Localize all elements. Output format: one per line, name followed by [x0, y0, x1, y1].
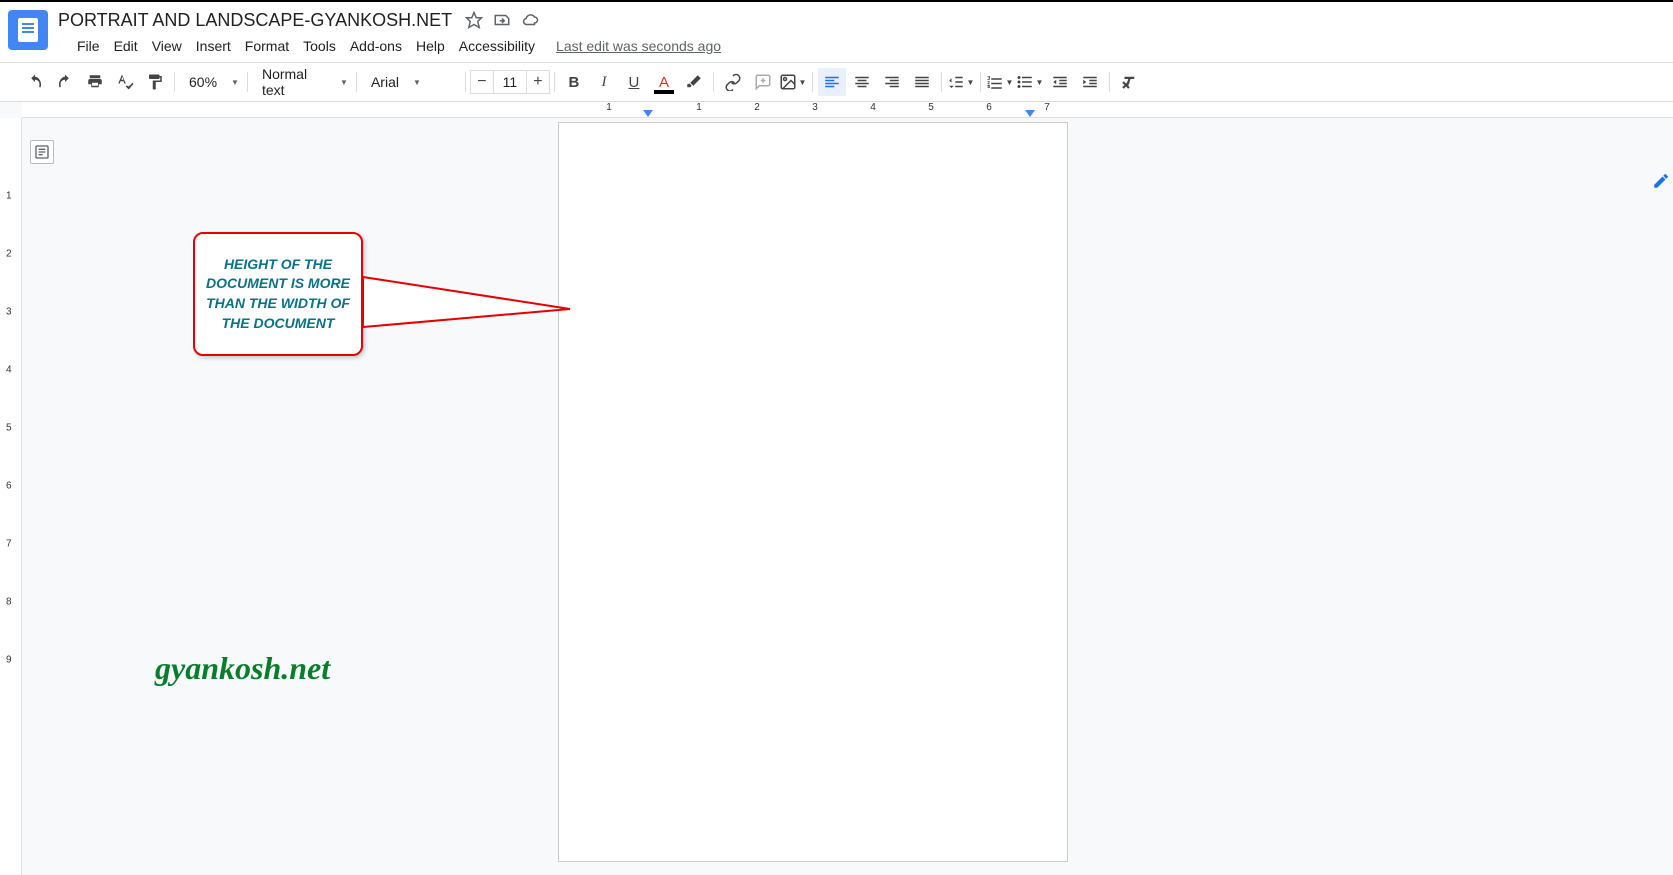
docs-logo-icon[interactable] [8, 10, 48, 50]
ruler-v-num: 4 [6, 365, 12, 376]
ruler-h-num: 2 [754, 102, 760, 113]
annotation-callout: HEIGHT OF THE DOCUMENT IS MORE THAN THE … [193, 232, 363, 356]
last-edit-link[interactable]: Last edit was seconds ago [556, 38, 721, 54]
toolbar: 60%▼ Normal text▼ Arial▼ − + B I U A ▼ ▼… [0, 62, 1673, 102]
font-size-input[interactable] [494, 70, 526, 94]
horizontal-ruler[interactable]: 1 1 2 3 4 5 6 7 [22, 102, 1673, 118]
underline-button[interactable]: U [620, 68, 648, 96]
canvas-area: 1 1 2 3 4 5 6 7 1 2 3 4 5 6 7 8 9 HEIGHT… [0, 102, 1673, 875]
highlight-button[interactable] [680, 68, 708, 96]
spellcheck-button[interactable] [111, 68, 139, 96]
clear-formatting-button[interactable] [1115, 68, 1143, 96]
menu-file[interactable]: File [70, 34, 107, 58]
menu-accessibility[interactable]: Accessibility [452, 34, 542, 58]
star-icon[interactable] [464, 10, 484, 30]
menu-view[interactable]: View [145, 34, 189, 58]
title-bar: PORTRAIT AND LANDSCAPE-GYANKOSH.NET [0, 2, 1673, 32]
move-icon[interactable] [492, 10, 512, 30]
document-page[interactable] [558, 122, 1068, 862]
text-color-button[interactable]: A [650, 68, 678, 96]
comment-button[interactable] [749, 68, 777, 96]
image-button[interactable]: ▼ [779, 68, 807, 96]
bullet-list-button[interactable]: ▼ [1016, 68, 1044, 96]
align-left-button[interactable] [818, 68, 846, 96]
ruler-h-num: 6 [986, 102, 992, 113]
indent-decrease-button[interactable] [1046, 68, 1074, 96]
ruler-v-num: 5 [6, 423, 12, 434]
ruler-h-num: 7 [1044, 102, 1050, 113]
menu-addons[interactable]: Add-ons [343, 34, 409, 58]
italic-button[interactable]: I [590, 68, 618, 96]
menu-help[interactable]: Help [409, 34, 452, 58]
annotation-arrow-icon [360, 274, 580, 334]
cloud-icon[interactable] [520, 10, 540, 30]
ruler-h-num: 1 [606, 102, 612, 113]
editing-mode-icon[interactable] [1652, 172, 1670, 190]
ruler-v-num: 6 [6, 481, 12, 492]
link-button[interactable] [719, 68, 747, 96]
menu-tools[interactable]: Tools [296, 34, 343, 58]
menu-format[interactable]: Format [238, 34, 296, 58]
ruler-indent-right-icon[interactable] [1025, 110, 1035, 117]
ruler-v-num: 7 [6, 539, 12, 550]
line-spacing-button[interactable]: ▼ [947, 68, 975, 96]
align-right-button[interactable] [878, 68, 906, 96]
ruler-h-num: 3 [812, 102, 818, 113]
indent-increase-button[interactable] [1076, 68, 1104, 96]
document-title[interactable]: PORTRAIT AND LANDSCAPE-GYANKOSH.NET [58, 10, 452, 31]
ruler-h-num: 1 [696, 102, 702, 113]
redo-button[interactable] [51, 68, 79, 96]
undo-button[interactable] [21, 68, 49, 96]
ruler-v-num: 2 [6, 249, 12, 260]
menu-edit[interactable]: Edit [107, 34, 145, 58]
print-button[interactable] [81, 68, 109, 96]
outline-toggle-button[interactable] [30, 140, 54, 164]
ruler-v-num: 8 [6, 597, 12, 608]
ruler-indent-left-icon[interactable] [643, 110, 653, 117]
style-select[interactable]: Normal text▼ [252, 69, 352, 95]
ruler-v-num: 1 [6, 191, 12, 202]
ruler-v-num: 9 [6, 655, 12, 666]
align-justify-button[interactable] [908, 68, 936, 96]
ruler-h-num: 5 [928, 102, 934, 113]
ruler-v-num: 3 [6, 307, 12, 318]
vertical-ruler[interactable]: 1 2 3 4 5 6 7 8 9 [0, 118, 22, 875]
ruler-h-num: 4 [870, 102, 876, 113]
bold-button[interactable]: B [560, 68, 588, 96]
font-size-increase[interactable]: + [526, 70, 550, 94]
zoom-select[interactable]: 60%▼ [179, 69, 243, 95]
menu-bar: File Edit View Insert Format Tools Add-o… [0, 32, 1673, 62]
font-select[interactable]: Arial▼ [361, 69, 461, 95]
font-size-decrease[interactable]: − [470, 70, 494, 94]
numbered-list-button[interactable]: ▼ [986, 68, 1014, 96]
annotation-text: HEIGHT OF THE DOCUMENT IS MORE THAN THE … [203, 255, 353, 333]
align-center-button[interactable] [848, 68, 876, 96]
watermark-text: gyankosh.net [155, 650, 330, 687]
paint-format-button[interactable] [141, 68, 169, 96]
menu-insert[interactable]: Insert [189, 34, 238, 58]
